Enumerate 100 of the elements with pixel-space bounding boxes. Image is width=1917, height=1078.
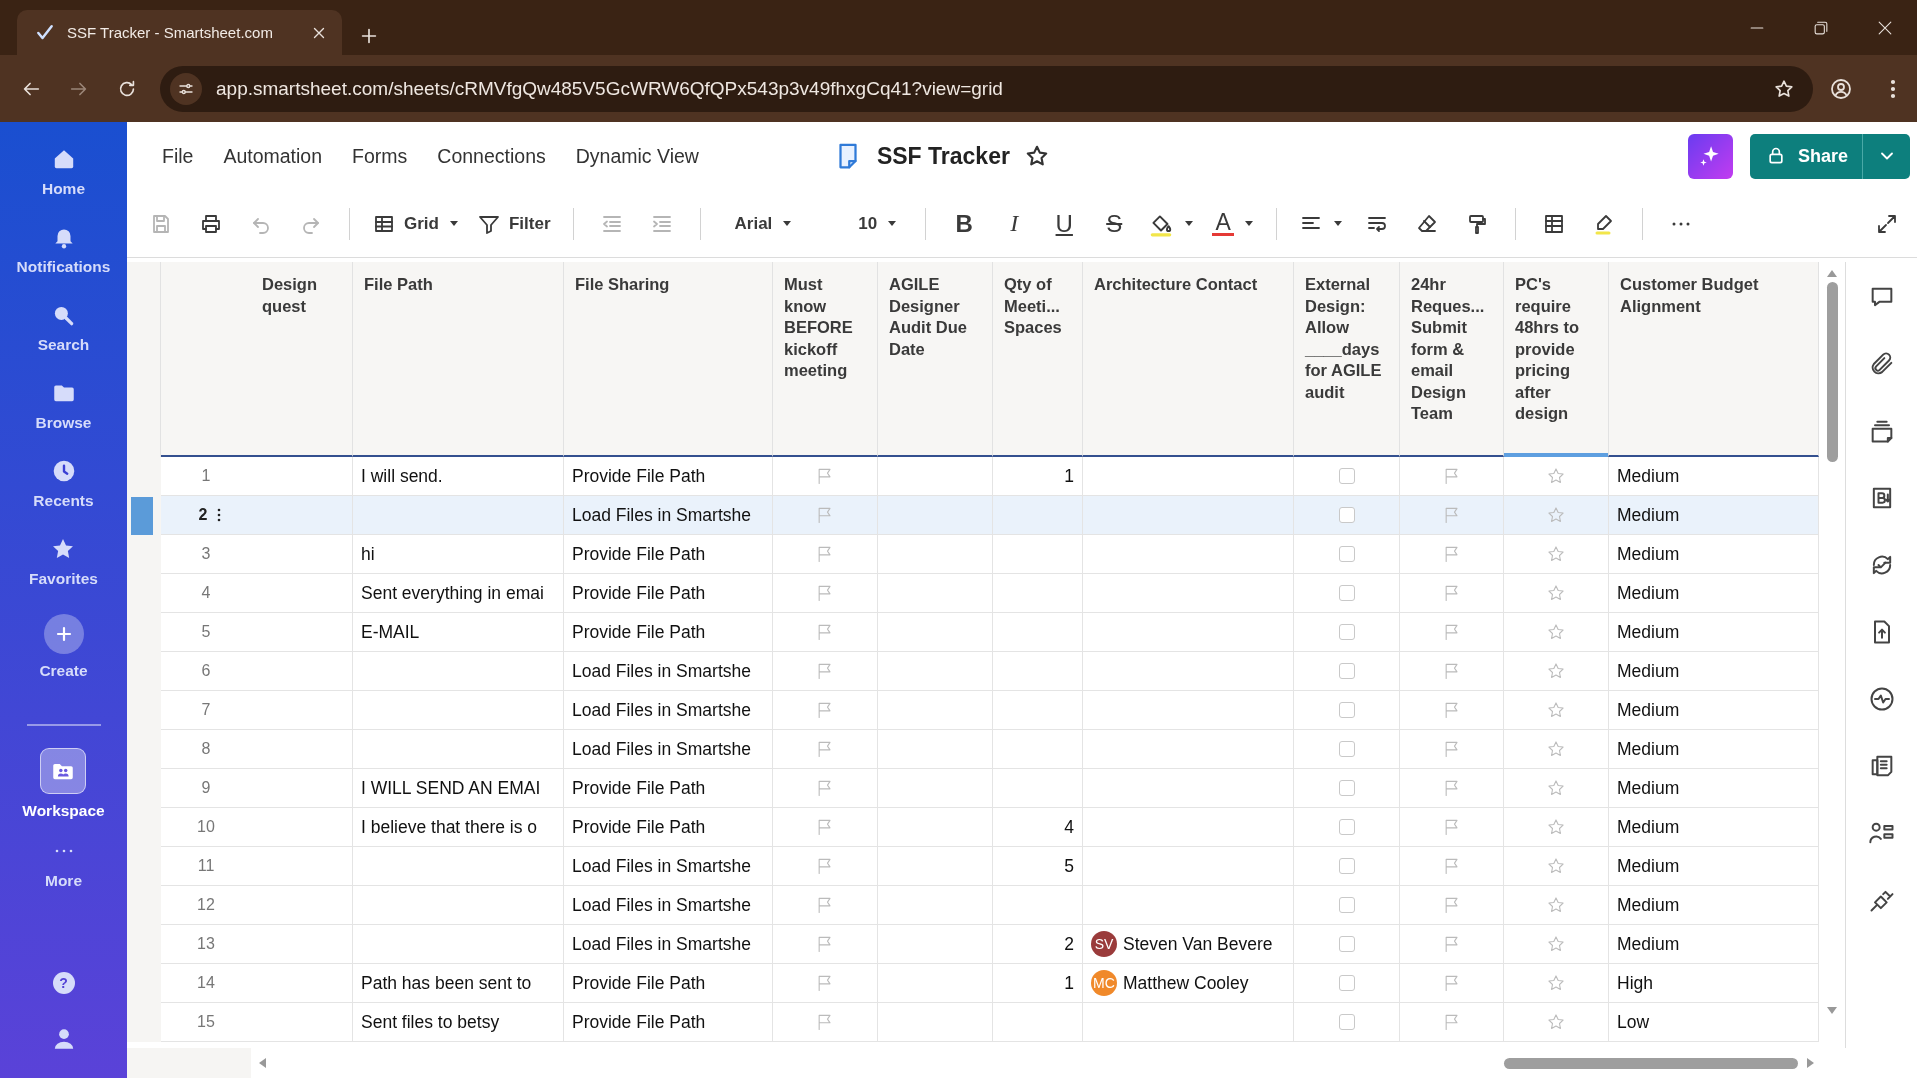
star-icon[interactable] (1546, 1012, 1566, 1032)
checkbox[interactable] (1338, 1014, 1355, 1030)
table-row[interactable]: 11 Load Files in Smartshe 5 Medium (127, 847, 1819, 886)
scroll-right-icon[interactable] (1806, 1057, 1816, 1069)
nav-item[interactable]: Workspace (22, 748, 105, 838)
star-icon[interactable] (1546, 973, 1566, 993)
menu-item[interactable]: Connections (429, 138, 554, 174)
menu-item[interactable]: Automation (215, 138, 331, 174)
checkbox[interactable] (1338, 663, 1355, 679)
star-icon[interactable] (1546, 505, 1566, 525)
table-row[interactable]: 8 Load Files in Smartshe Medium (127, 730, 1819, 769)
star-icon[interactable] (1546, 895, 1566, 915)
star-icon[interactable] (1546, 622, 1566, 642)
star-icon[interactable] (1546, 778, 1566, 798)
star-icon[interactable] (1546, 466, 1566, 486)
column-header[interactable]: File Sharing (564, 262, 773, 457)
scrollbar-thumb[interactable] (1826, 282, 1838, 462)
table-row[interactable]: 14 Path has been sent to Provide File Path 1 MC Matthew Cooley High (127, 964, 1819, 1003)
checkbox[interactable] (1338, 975, 1355, 991)
table-row[interactable]: 10 I believe that there is o Provide File Path 4 Medium (127, 808, 1819, 847)
nav-item[interactable]: Recents (33, 458, 94, 536)
checkbox[interactable] (1338, 741, 1355, 757)
star-icon[interactable] (1546, 544, 1566, 564)
checkbox[interactable] (1338, 780, 1355, 796)
star-icon[interactable] (1546, 817, 1566, 837)
text-color-button[interactable]: A (1208, 203, 1259, 244)
underline-button[interactable]: U (1044, 203, 1085, 244)
checkbox[interactable] (1338, 546, 1355, 562)
table-row[interactable]: 5 E-MAIL Provide File Path Medium (127, 613, 1819, 652)
menu-item[interactable]: Forms (344, 138, 416, 174)
nav-item[interactable]: Home (41, 146, 86, 224)
filter-button[interactable]: Filter (472, 203, 555, 244)
row-number: 3 (161, 535, 251, 574)
column-header[interactable]: External Design: Allow ____days for AGILE audit (1294, 262, 1400, 457)
share-button[interactable]: Share (1749, 133, 1862, 179)
checkbox[interactable] (1338, 507, 1355, 523)
table-row[interactable]: 9 I WILL SEND AN EMAI Provide File Path Medium (127, 769, 1819, 808)
menu-item[interactable]: File (154, 138, 202, 174)
column-header[interactable]: PC's require 48hrs to provide pricing after design (1504, 262, 1609, 457)
create-button[interactable] (43, 614, 84, 654)
create-item[interactable]: Create (39, 614, 88, 714)
view-dropdown[interactable]: Grid (368, 203, 463, 244)
column-header[interactable]: Must know BEFORE kickoff meeting (773, 262, 878, 457)
scroll-up-icon[interactable] (1826, 268, 1838, 278)
menu-item[interactable]: Dynamic View (567, 138, 707, 174)
table-cell: hi (353, 535, 564, 574)
nav-item[interactable]: Notifications (16, 224, 111, 302)
browser-tab[interactable]: SSF Tracker - Smartsheet.com (17, 10, 342, 55)
star-icon[interactable] (1546, 700, 1566, 720)
strikethrough-button[interactable]: S (1094, 203, 1135, 244)
checkbox[interactable] (1338, 624, 1355, 640)
checkbox[interactable] (1338, 702, 1355, 718)
share-options-button[interactable] (1862, 133, 1910, 179)
italic-button[interactable]: I (994, 203, 1035, 244)
address-bar[interactable]: app.smartsheet.com/sheets/cRMVfgQw485V5GcWRW6QfQPx543p3v49fhxgCq41?view=grid (160, 65, 1813, 112)
star-icon[interactable] (1546, 739, 1566, 759)
column-header[interactable]: Qty of Meeti... Spaces (993, 262, 1083, 457)
star-icon[interactable] (1546, 661, 1566, 681)
scroll-left-icon[interactable] (257, 1057, 267, 1069)
table-row[interactable]: 6 Load Files in Smartshe Medium (127, 652, 1819, 691)
table-row[interactable]: 3 hi Provide File Path Medium (127, 535, 1819, 574)
ai-button[interactable] (1687, 133, 1733, 179)
table-row[interactable]: 7 Load Files in Smartshe Medium (127, 691, 1819, 730)
table-cell: Medium (1609, 808, 1819, 847)
table-row[interactable]: 12 Load Files in Smartshe Medium (127, 886, 1819, 925)
row-selection-marker[interactable] (131, 496, 153, 535)
help-button[interactable]: ? (52, 972, 75, 994)
row-menu-icon[interactable] (217, 507, 222, 523)
checkbox[interactable] (1338, 936, 1355, 952)
star-icon[interactable] (1546, 583, 1566, 603)
column-header[interactable]: Design quest (251, 262, 353, 457)
checkbox[interactable] (1338, 858, 1355, 874)
font-size-dropdown[interactable]: 10 (854, 203, 902, 244)
checkbox[interactable] (1338, 468, 1355, 484)
column-header[interactable]: Architecture Contact (1083, 262, 1294, 457)
table-row[interactable]: 13 Load Files in Smartshe 2 SV Steven Van Bevere Medium (127, 925, 1819, 964)
caret-down-icon (1333, 220, 1344, 227)
table-cell: High (1609, 964, 1819, 1003)
table-row[interactable]: 15 Sent files to betsy Provide File Path Low (127, 1003, 1819, 1042)
column-header[interactable]: File Path (353, 262, 564, 457)
scrollbar-thumb[interactable] (1504, 1057, 1798, 1069)
bold-button[interactable]: B (944, 203, 985, 244)
column-header[interactable]: AGILE Designer Audit Due Date (878, 262, 993, 457)
checkbox[interactable] (1338, 897, 1355, 913)
nav-item[interactable]: Search (37, 302, 90, 380)
checkbox[interactable] (1338, 819, 1355, 835)
table-row[interactable]: 4 Sent everything in emai Provide File Path Medium (127, 574, 1819, 613)
site-info-button[interactable] (170, 72, 202, 105)
nav-item[interactable]: More (41, 838, 86, 916)
checkbox[interactable] (1338, 585, 1355, 601)
nav-item[interactable]: Favorites (29, 536, 98, 614)
table-row[interactable]: 2 Load Files in Smartshe Medium (127, 496, 1819, 535)
star-icon[interactable] (1546, 934, 1566, 954)
column-header[interactable]: Customer Budget Alignment (1609, 262, 1819, 457)
scroll-down-icon[interactable] (1826, 1006, 1838, 1016)
column-header[interactable]: 24hr Reques... Submit form & email Design Team (1400, 262, 1504, 457)
nav-item[interactable]: Browse (35, 380, 92, 458)
font-dropdown[interactable]: Arial (730, 203, 797, 244)
star-icon[interactable] (1546, 856, 1566, 876)
profile-icon[interactable] (1829, 76, 1853, 101)
